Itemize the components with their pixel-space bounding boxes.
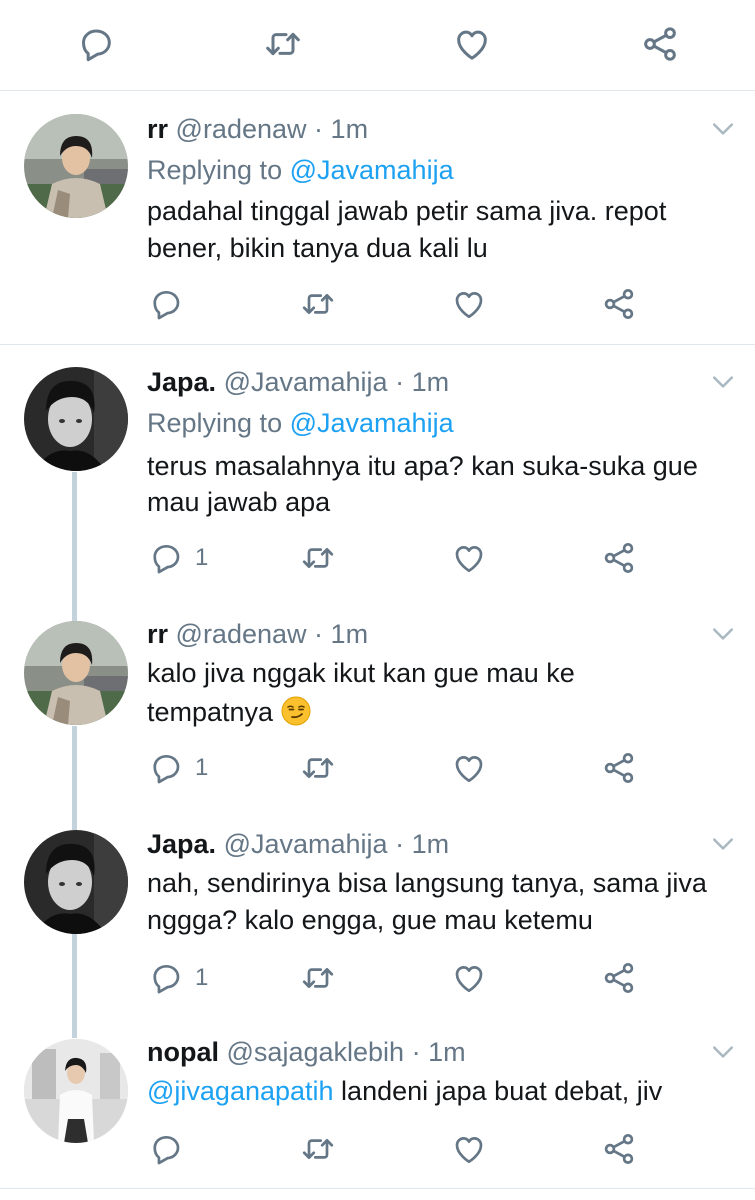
replying-label: Replying to xyxy=(147,408,283,438)
reply-count: 1 xyxy=(195,754,209,781)
retweet-icon[interactable] xyxy=(300,960,336,996)
tweet-header: nopal @sajagaklebih · 1m xyxy=(147,1035,466,1069)
display-name[interactable]: rr xyxy=(147,114,168,144)
reply-icon[interactable] xyxy=(76,24,116,64)
chevron-down-icon[interactable] xyxy=(708,114,738,144)
tweet-text-line: mau jawab apa xyxy=(147,487,331,517)
replying-to: Replying to @Javamahija xyxy=(147,153,454,187)
retweet-icon[interactable] xyxy=(263,24,303,64)
tweet-header: rr @radenaw · 1m xyxy=(147,112,368,146)
tweet[interactable]: Japa. @Javamahija · 1m Replying to @Java… xyxy=(0,345,755,605)
tweet-text-line: nah, sendirinya bisa langsung tanya, sam… xyxy=(147,868,707,898)
tweet-actions: 1 xyxy=(0,750,755,790)
tweet-actions: 1 xyxy=(0,540,755,580)
like-icon[interactable] xyxy=(451,960,487,996)
chevron-down-icon[interactable] xyxy=(708,1037,738,1067)
display-name[interactable]: nopal xyxy=(147,1037,219,1067)
user-handle[interactable]: @Javamahija xyxy=(224,829,388,859)
separator: · xyxy=(314,619,324,649)
tweet-text-line: @jivaganapatih landeni japa buat debat, … xyxy=(147,1074,662,1108)
tweet-text-line-with-emoji: tempatnya xyxy=(147,695,311,729)
tweet-text-line: nggga? kalo engga, gue mau ketemu xyxy=(147,905,593,935)
retweet-icon[interactable] xyxy=(300,750,336,786)
reply-count: 1 xyxy=(195,964,209,991)
user-handle[interactable]: @sajagaklebih xyxy=(227,1037,405,1067)
chevron-down-icon[interactable] xyxy=(708,619,738,649)
tweet-text: landeni japa buat debat, jiv xyxy=(333,1076,663,1106)
separator: · xyxy=(314,114,324,144)
reply-icon[interactable] xyxy=(148,960,184,996)
top-action-bar xyxy=(0,0,755,91)
chevron-down-icon[interactable] xyxy=(708,829,738,859)
replying-label: Replying to xyxy=(147,155,283,185)
avatar[interactable] xyxy=(24,367,128,471)
tweet-actions: 1 xyxy=(0,960,755,1000)
tweet-text-line: terus masalahnya itu apa? kan suka-suka … xyxy=(147,451,698,481)
chevron-down-icon[interactable] xyxy=(708,367,738,397)
display-name[interactable]: Japa. xyxy=(147,367,216,397)
timestamp[interactable]: 1m xyxy=(412,367,450,397)
display-name[interactable]: rr xyxy=(147,619,168,649)
timestamp[interactable]: 1m xyxy=(412,829,450,859)
tweet-text-line: bener, bikin tanya dua kali lu xyxy=(147,233,488,263)
timestamp[interactable]: 1m xyxy=(331,114,369,144)
avatar[interactable] xyxy=(24,830,128,934)
user-handle[interactable]: @Javamahija xyxy=(224,367,388,397)
share-icon[interactable] xyxy=(601,540,637,576)
retweet-icon[interactable] xyxy=(300,286,336,322)
tweet-text-line: padahal tinggal jawab petir sama jiva. r… xyxy=(147,196,667,226)
share-icon[interactable] xyxy=(640,24,680,64)
reply-icon[interactable] xyxy=(148,540,184,576)
timestamp[interactable]: 1m xyxy=(331,619,369,649)
tweet-header: Japa. @Javamahija · 1m xyxy=(147,365,449,399)
avatar[interactable] xyxy=(24,621,128,725)
user-handle[interactable]: @radenaw xyxy=(176,114,307,144)
tweet[interactable]: nopal @sajagaklebih · 1m @jivaganapatih … xyxy=(0,1025,755,1200)
like-icon[interactable] xyxy=(451,540,487,576)
share-icon[interactable] xyxy=(601,286,637,322)
tweet-header: Japa. @Javamahija · 1m xyxy=(147,827,449,861)
reply-icon[interactable] xyxy=(148,1131,184,1167)
tweet[interactable]: rr @radenaw · 1m kalo jiva nggak ikut ka… xyxy=(0,605,755,815)
like-icon[interactable] xyxy=(451,286,487,322)
mention-link[interactable]: @jivaganapatih xyxy=(147,1076,334,1106)
reply-icon[interactable] xyxy=(148,286,184,322)
replying-to: Replying to @Javamahija xyxy=(147,406,454,440)
replying-to-link[interactable]: @Javamahija xyxy=(290,155,454,185)
tweet-actions xyxy=(0,286,755,326)
share-icon[interactable] xyxy=(601,1131,637,1167)
reply-count: 1 xyxy=(195,544,209,571)
tweet-header: rr @radenaw · 1m xyxy=(147,617,368,651)
avatar[interactable] xyxy=(24,114,128,218)
separator: · xyxy=(395,829,405,859)
tweet[interactable]: rr @radenaw · 1m Replying to @Javamahija… xyxy=(0,92,755,342)
separator: · xyxy=(411,1037,421,1067)
display-name[interactable]: Japa. xyxy=(147,829,216,859)
share-icon[interactable] xyxy=(601,750,637,786)
tweet-text: tempatnya xyxy=(147,697,274,727)
like-icon[interactable] xyxy=(451,750,487,786)
smirking-face-emoji xyxy=(281,696,311,726)
avatar[interactable] xyxy=(24,1039,128,1143)
tweet-text-line: kalo jiva nggak ikut kan gue mau ke xyxy=(147,658,575,688)
user-handle[interactable]: @radenaw xyxy=(176,619,307,649)
divider xyxy=(0,1188,755,1189)
replying-to-link[interactable]: @Javamahija xyxy=(290,408,454,438)
separator: · xyxy=(395,367,405,397)
like-icon[interactable] xyxy=(452,24,492,64)
retweet-icon[interactable] xyxy=(300,1131,336,1167)
tweet[interactable]: Japa. @Javamahija · 1m nah, sendirinya b… xyxy=(0,815,755,1025)
share-icon[interactable] xyxy=(601,960,637,996)
reply-icon[interactable] xyxy=(148,750,184,786)
retweet-icon[interactable] xyxy=(300,540,336,576)
like-icon[interactable] xyxy=(451,1131,487,1167)
tweet-actions xyxy=(0,1131,755,1171)
timestamp[interactable]: 1m xyxy=(428,1037,466,1067)
